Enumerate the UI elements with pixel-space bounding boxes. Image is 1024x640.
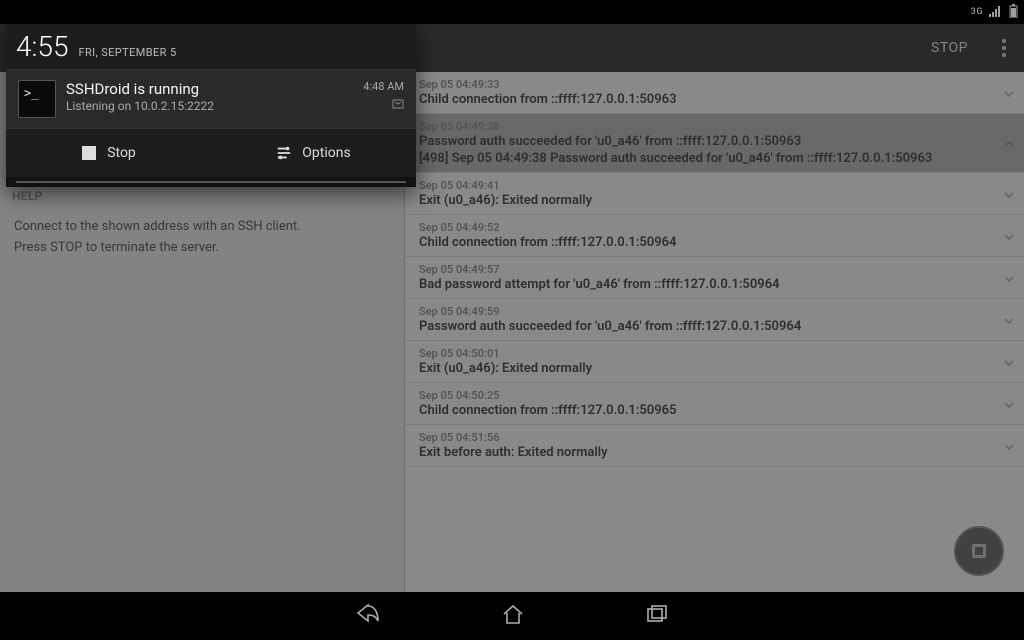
shade-header[interactable]: 4:55 FRI, SEPTEMBER 5 [6, 24, 416, 70]
shade-date: FRI, SEPTEMBER 5 [78, 46, 176, 59]
home-button[interactable] [501, 603, 525, 629]
stop-icon [81, 145, 97, 161]
notification-action-options[interactable]: Options [211, 129, 416, 177]
notification-expand-icon [363, 99, 404, 112]
notification-title: SSHDroid is running [66, 80, 353, 98]
notification-action-stop[interactable]: Stop [6, 129, 211, 177]
android-status-bar[interactable]: 3G [0, 0, 1024, 24]
recents-button[interactable] [645, 604, 669, 628]
back-button[interactable] [355, 603, 381, 629]
notification-action-stop-label: Stop [107, 145, 136, 161]
signal-icon [989, 5, 1003, 20]
notification-app-icon [18, 80, 56, 118]
notification-time: 4:48 AM [363, 80, 404, 93]
notification-subtitle: Listening on 10.0.2.15:2222 [66, 99, 353, 113]
android-navigation-bar [0, 592, 1024, 640]
shade-drag-handle[interactable] [6, 177, 416, 187]
notification-action-options-label: Options [302, 145, 350, 161]
network-type-label: 3G [971, 7, 983, 17]
options-icon [276, 145, 292, 161]
shade-clock: 4:55 [16, 30, 68, 63]
notification-shade[interactable]: 4:55 FRI, SEPTEMBER 5 SSHDroid is runnin… [6, 24, 416, 187]
notification-item[interactable]: SSHDroid is running Listening on 10.0.2.… [6, 70, 416, 128]
battery-icon [1009, 4, 1018, 21]
